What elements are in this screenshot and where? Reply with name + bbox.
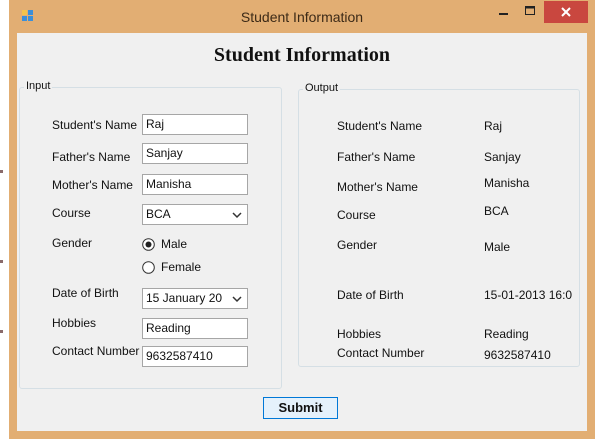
dob-picker-value: 15 January 20	[146, 291, 223, 305]
output-mother-name-label: Mother's Name	[337, 180, 418, 194]
output-hobbies-label: Hobbies	[337, 327, 382, 341]
page-title: Student Information	[213, 44, 391, 66]
output-student-name-value: Raj	[484, 119, 503, 133]
output-father-name-label: Father's Name	[337, 150, 416, 164]
minimize-icon	[499, 13, 508, 15]
course-select[interactable]: BCA	[142, 204, 248, 225]
close-button[interactable]	[544, 1, 588, 23]
output-gender-value: Male	[484, 240, 511, 254]
hobbies-field[interactable]: Reading	[142, 318, 248, 339]
output-gender-label: Gender	[337, 238, 378, 252]
course-label: Course	[52, 206, 91, 220]
input-group-title: Input	[24, 80, 53, 92]
maximize-icon	[525, 6, 535, 15]
output-dob-label: Date of Birth	[337, 288, 404, 302]
hobbies-label: Hobbies	[52, 316, 97, 330]
dob-date-picker[interactable]: 15 January 20	[142, 288, 248, 309]
chevron-down-icon	[232, 212, 242, 219]
app-window: Student Information Student Information …	[9, 0, 595, 439]
maximize-button[interactable]	[517, 1, 543, 23]
output-contact-value: 9632587410	[484, 348, 551, 362]
gender-label: Gender	[52, 236, 93, 250]
output-group-title: Output	[303, 82, 341, 94]
contact-label: Contact Number	[52, 344, 140, 358]
mother-name-label: Mother's Name	[52, 178, 133, 192]
close-icon	[561, 7, 571, 17]
minimize-button[interactable]	[491, 1, 517, 23]
contact-field[interactable]: 9632587410	[142, 346, 248, 367]
chevron-down-icon	[232, 296, 242, 303]
student-name-field[interactable]: Raj	[142, 114, 248, 135]
course-select-value: BCA	[146, 207, 171, 221]
desktop-edge-mark	[0, 330, 3, 333]
input-groupbox: Input Student's Name Raj Father's Name S…	[19, 80, 282, 389]
output-course-value: BCA	[484, 204, 509, 218]
output-contact-label: Contact Number	[337, 346, 425, 360]
gender-female-radio[interactable]	[142, 261, 155, 274]
submit-button[interactable]: Submit	[263, 397, 338, 419]
output-student-name-label: Student's Name	[337, 119, 423, 133]
mother-name-field[interactable]: Manisha	[142, 174, 248, 195]
output-dob-value: 15-01-2013 16:0	[484, 288, 573, 302]
desktop-edge-mark	[0, 260, 3, 263]
father-name-field[interactable]: Sanjay	[142, 143, 248, 164]
gender-female-label[interactable]: Female	[161, 260, 201, 274]
output-course-label: Course	[337, 208, 376, 222]
gender-male-radio[interactable]	[142, 238, 155, 251]
output-mother-name-value: Manisha	[484, 176, 530, 190]
gender-male-label[interactable]: Male	[161, 237, 187, 251]
form-client-area: Student Information Input Student's Name…	[17, 33, 587, 431]
desktop-edge-mark	[0, 170, 3, 173]
output-father-name-value: Sanjay	[484, 150, 521, 164]
father-name-label: Father's Name	[52, 150, 131, 164]
dob-label: Date of Birth	[52, 286, 119, 300]
student-name-label: Student's Name	[52, 118, 138, 132]
title-bar[interactable]: Student Information	[9, 0, 595, 33]
output-groupbox: Output Student's Name Raj Father's Name …	[298, 82, 580, 367]
output-hobbies-value: Reading	[484, 327, 529, 341]
